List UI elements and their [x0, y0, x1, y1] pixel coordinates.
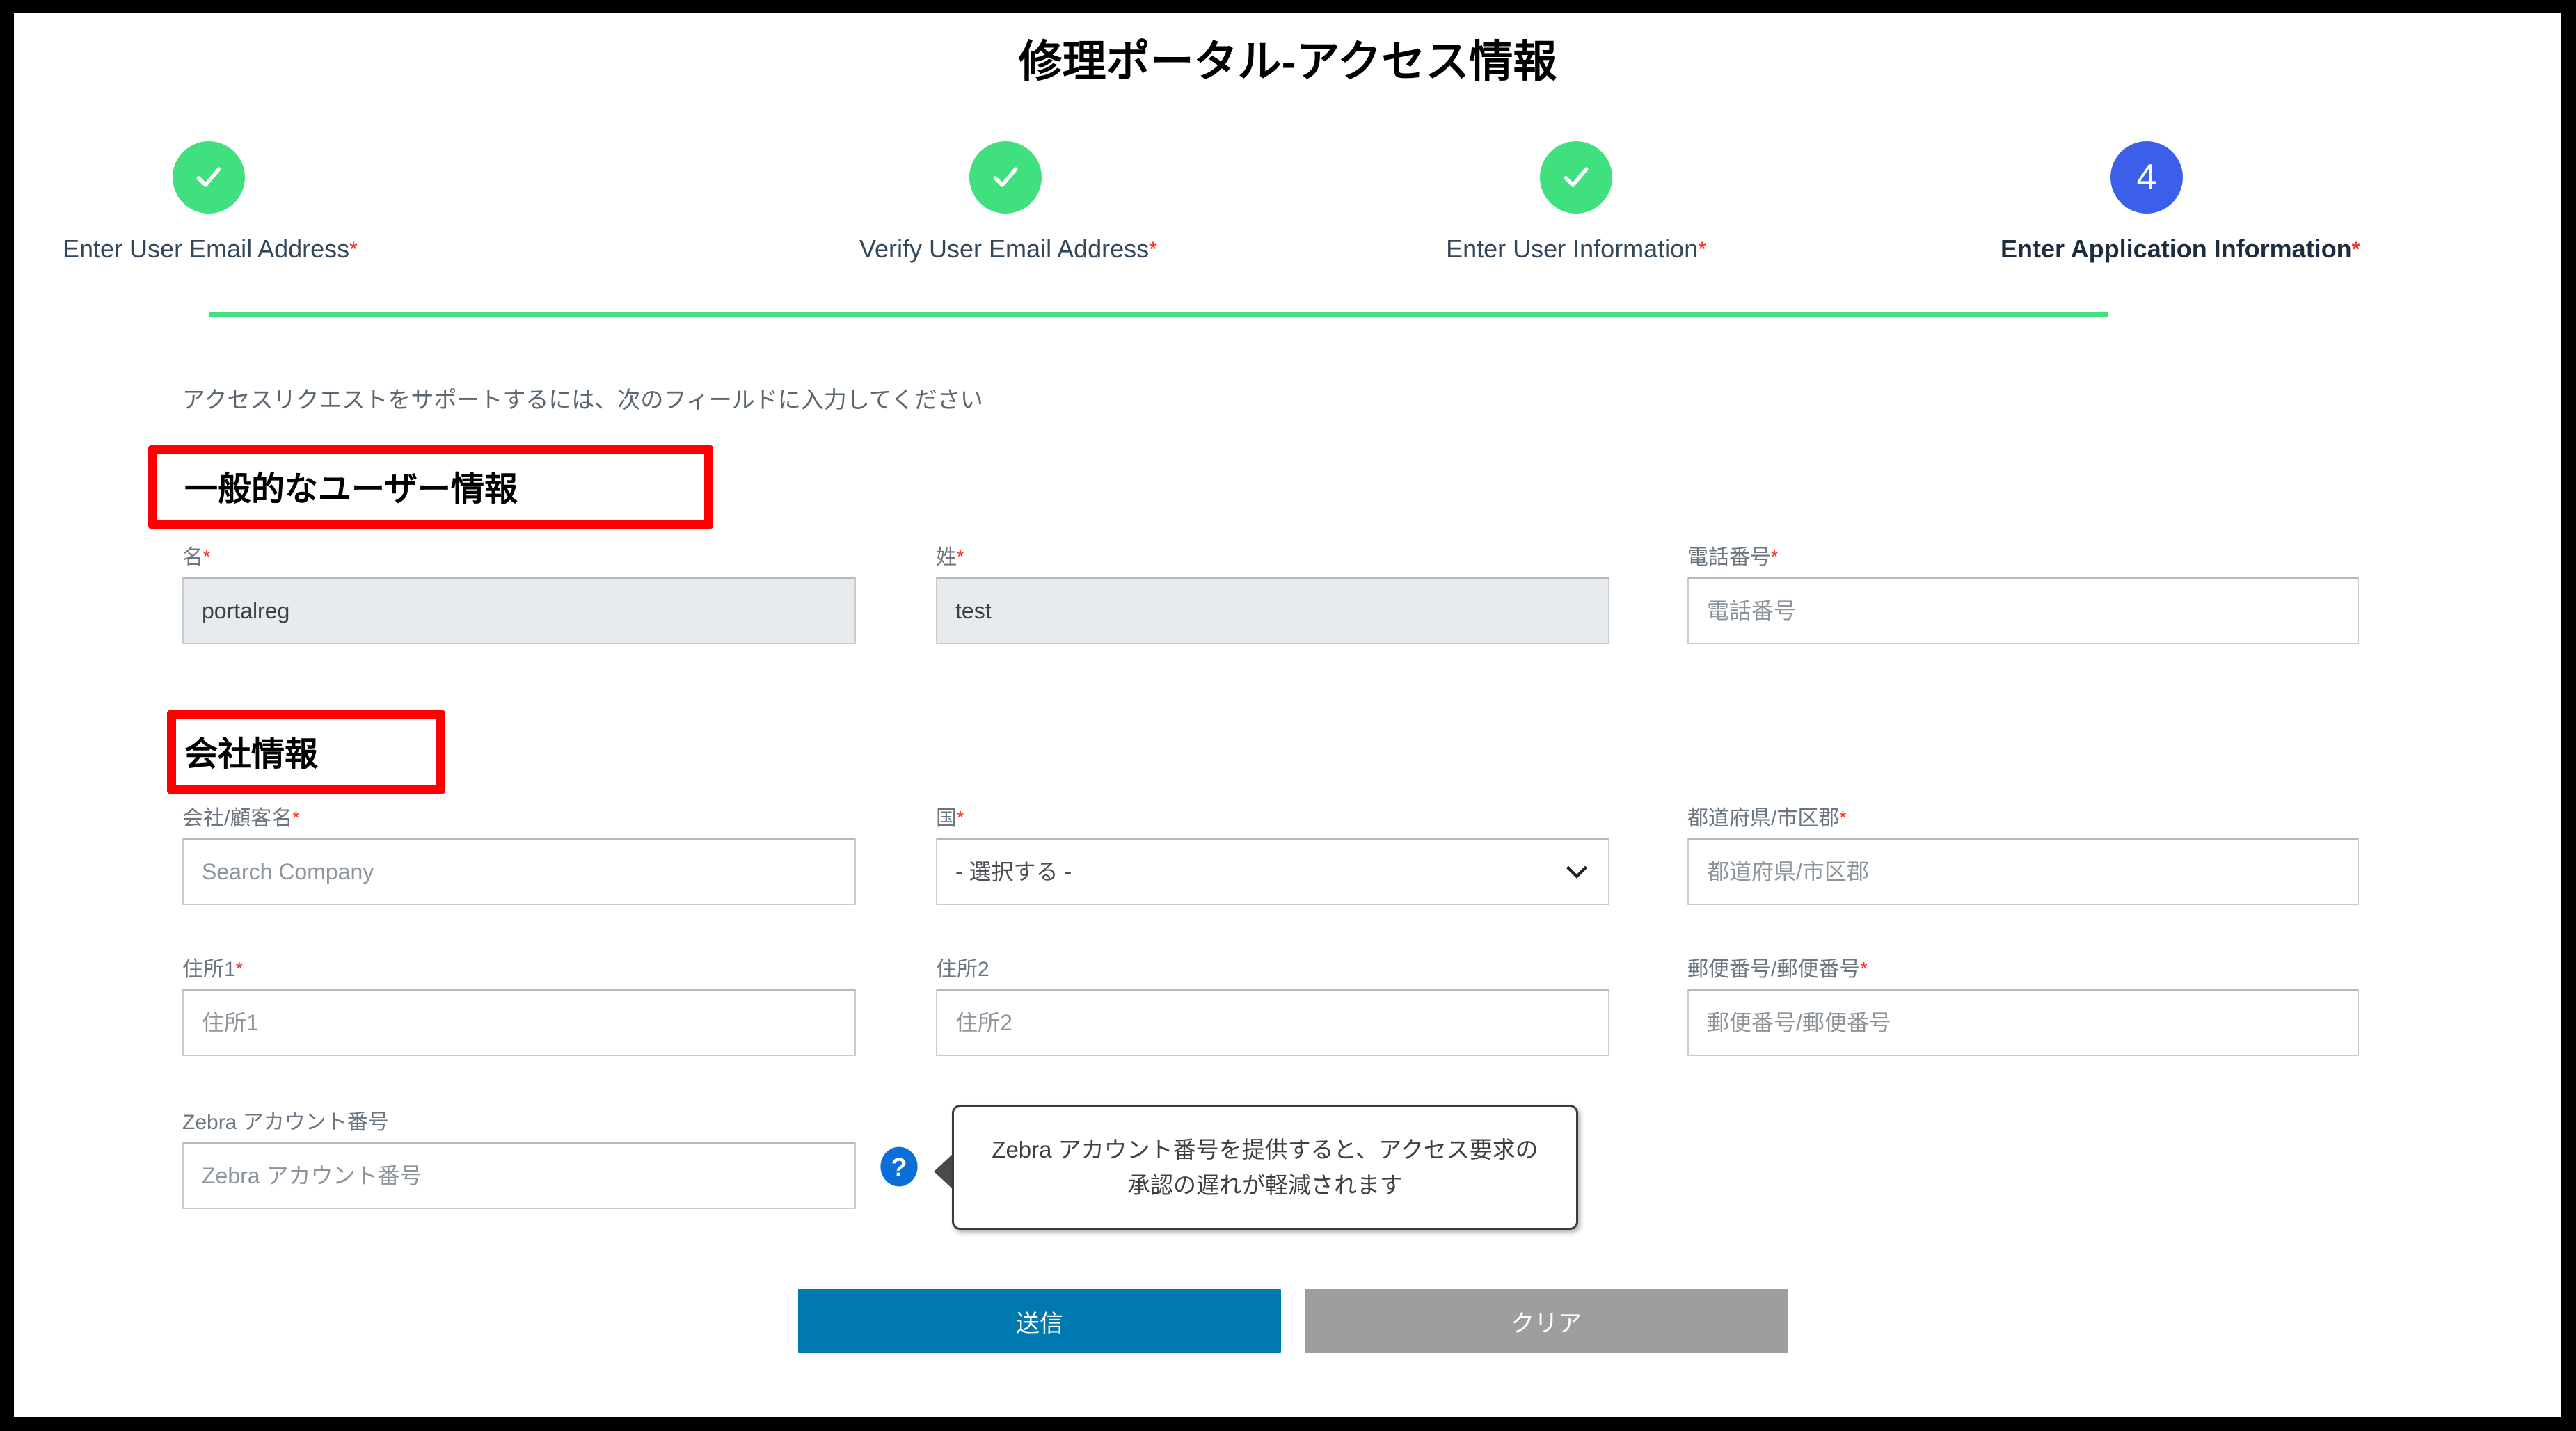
tooltip-text: Zebra アカウント番号を提供すると、アクセス要求の承認の遅れが軽減されます: [992, 1136, 1539, 1198]
last-name-required-marker: *: [957, 546, 964, 567]
state-province-input[interactable]: [1687, 838, 2359, 905]
phone-number-label-text: 電話番号: [1687, 546, 1771, 569]
step-verify-user-email-address[interactable]: Verify User Email Address*: [859, 141, 1157, 264]
address1-input[interactable]: [182, 989, 856, 1056]
country-select-wrapper: - 選択する -: [936, 838, 1609, 905]
first-name-required-marker: *: [203, 546, 211, 567]
state-province-required-marker: *: [1839, 807, 1847, 828]
company-name-label: 会社/顧客名*: [182, 801, 856, 831]
field-last-name: 姓*: [936, 540, 1609, 644]
step-3-label: Enter User Information*: [1430, 234, 1722, 264]
step-4-label: Enter Application Information*: [2001, 234, 2360, 264]
postal-code-label-text: 郵便番号/郵便番号: [1687, 958, 1861, 981]
stepper-connector-line: [209, 312, 2108, 317]
address2-label-text: 住所2: [936, 958, 989, 981]
phone-number-input[interactable]: [1687, 577, 2359, 644]
question-mark-icon[interactable]: ?: [879, 1146, 919, 1187]
check-icon: [1564, 167, 1589, 187]
address1-label: 住所1*: [182, 952, 856, 982]
progress-stepper: Enter User Email Address* Verify User Em…: [14, 141, 2561, 317]
form-instruction-text: アクセスリクエストをサポートするには、次のフィールドに入力してください: [182, 387, 983, 413]
screenshot-frame: 修理ポータル-アクセス情報 Enter User Email Address*: [0, 0, 2576, 1431]
zebra-account-tooltip: Zebra アカウント番号を提供すると、アクセス要求の承認の遅れが軽減されます: [952, 1105, 1578, 1230]
page-canvas: 修理ポータル-アクセス情報 Enter User Email Address*: [14, 13, 2561, 1417]
step-4-required-marker: *: [2351, 238, 2360, 261]
country-label-text: 国: [936, 807, 957, 830]
company-name-required-marker: *: [292, 807, 300, 828]
step-2-label: Verify User Email Address*: [859, 234, 1157, 264]
step-4-number: 4: [2136, 157, 2157, 198]
address1-required-marker: *: [235, 958, 243, 979]
address1-label-text: 住所1: [182, 958, 236, 981]
zebra-account-number-label: Zebra アカウント番号: [182, 1105, 856, 1135]
country-required-marker: *: [957, 807, 964, 828]
field-state-province: 都道府県/市区郡*: [1687, 801, 2359, 905]
first-name-label: 名*: [182, 540, 856, 570]
first-name-label-text: 名: [182, 546, 203, 569]
postal-code-required-marker: *: [1860, 958, 1868, 979]
country-select[interactable]: - 選択する -: [936, 838, 1609, 905]
step-4-circle: 4: [2110, 141, 2183, 214]
last-name-label-text: 姓: [936, 546, 957, 569]
last-name-label: 姓*: [936, 540, 1609, 570]
check-icon: [993, 167, 1018, 187]
postal-code-input[interactable]: [1687, 989, 2359, 1056]
tooltip-arrow: [934, 1153, 953, 1190]
step-enter-user-information[interactable]: Enter User Information*: [1430, 141, 1722, 264]
field-zebra-account-number: Zebra アカウント番号: [182, 1105, 856, 1209]
postal-code-label: 郵便番号/郵便番号*: [1687, 952, 2359, 982]
phone-number-required-marker: *: [1771, 546, 1779, 567]
submit-button[interactable]: 送信: [798, 1289, 1281, 1353]
company-name-label-text: 会社/顧客名: [182, 807, 293, 830]
address2-input[interactable]: [936, 989, 1609, 1056]
zebra-account-number-label-text: Zebra アカウント番号: [182, 1111, 389, 1134]
country-label: 国*: [936, 801, 1609, 831]
state-province-label: 都道府県/市区郡*: [1687, 801, 2359, 831]
step-1-required-marker: *: [349, 238, 358, 261]
step-2-label-text: Verify User Email Address: [859, 234, 1150, 263]
address2-label: 住所2: [936, 952, 1609, 982]
step-4-label-text: Enter Application Information: [2001, 234, 2352, 263]
step-3-circle: [1540, 141, 1612, 214]
check-icon: [196, 167, 221, 187]
phone-number-label: 電話番号*: [1687, 540, 2359, 570]
company-name-input[interactable]: [182, 838, 856, 905]
step-enter-user-email-address[interactable]: Enter User Email Address*: [63, 141, 358, 264]
step-1-circle: [173, 141, 245, 214]
section-heading-company-information: 会社情報: [184, 736, 319, 773]
page-title: 修理ポータル-アクセス情報: [1018, 38, 1557, 86]
step-3-label-text: Enter User Information: [1446, 234, 1699, 263]
field-country: 国* - 選択する -: [936, 801, 1609, 905]
field-phone-number: 電話番号*: [1687, 540, 2359, 644]
section-heading-general-user-information: 一般的なユーザー情報: [184, 471, 518, 508]
field-address1: 住所1*: [182, 952, 856, 1056]
step-1-label-text: Enter User Email Address: [63, 234, 350, 263]
field-address2: 住所2: [936, 952, 1609, 1056]
last-name-input[interactable]: [936, 577, 1609, 644]
field-postal-code: 郵便番号/郵便番号*: [1687, 952, 2359, 1056]
field-company-name: 会社/顧客名*: [182, 801, 856, 905]
state-province-label-text: 都道府県/市区郡: [1687, 807, 1840, 830]
step-3-required-marker: *: [1698, 238, 1706, 261]
field-first-name: 名*: [182, 540, 856, 644]
step-2-required-marker: *: [1149, 238, 1157, 261]
first-name-input[interactable]: [182, 577, 856, 644]
zebra-account-number-input[interactable]: [182, 1142, 856, 1209]
clear-button[interactable]: クリア: [1305, 1289, 1788, 1353]
step-enter-application-information[interactable]: 4 Enter Application Information*: [2001, 141, 2360, 264]
step-1-label: Enter User Email Address*: [63, 234, 358, 264]
svg-text:?: ?: [891, 1152, 907, 1181]
step-2-circle: [969, 141, 1042, 214]
